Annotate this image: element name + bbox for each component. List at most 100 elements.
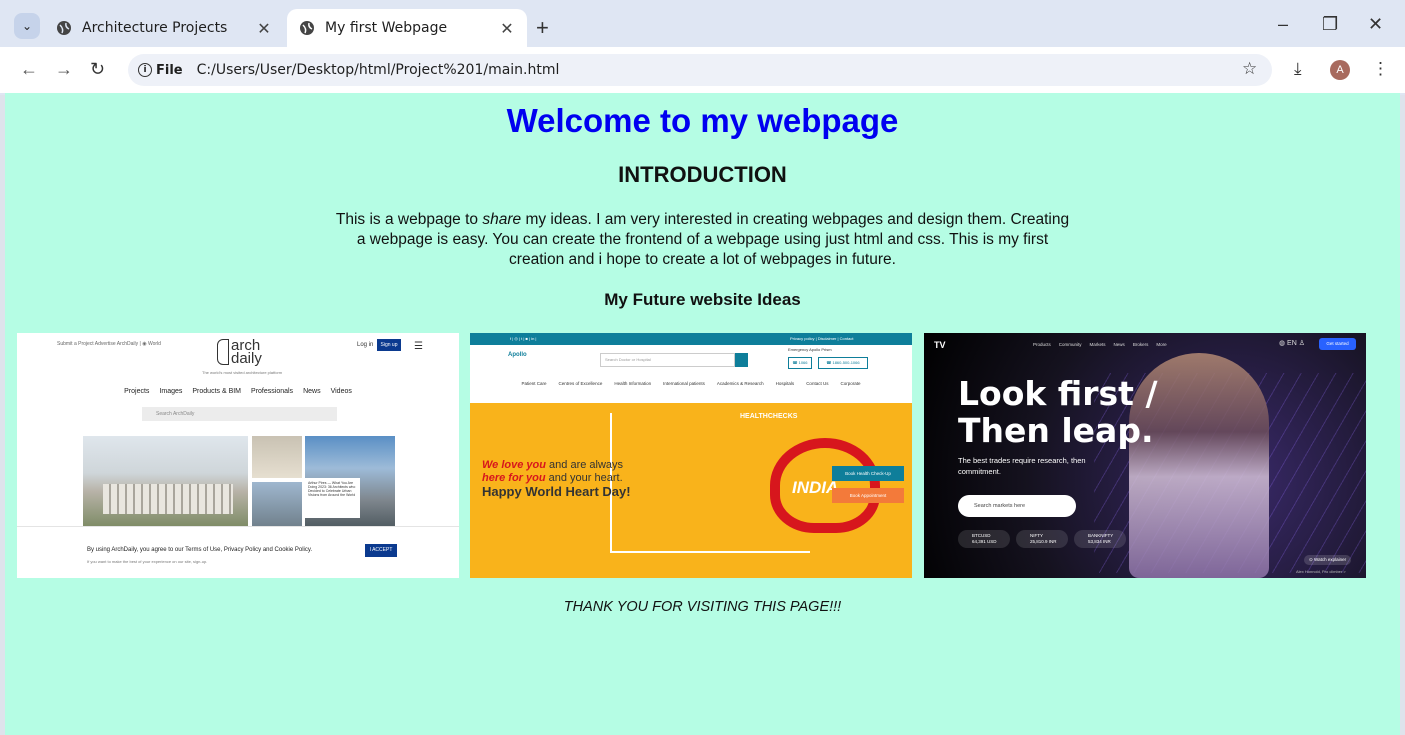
thank-you-text: THANK YOU FOR VISITING THIS PAGE!!! xyxy=(563,599,842,615)
search-icon xyxy=(735,353,748,367)
appointment-button: Book Appointment xyxy=(832,488,904,503)
cookie-text: By using ArchDaily, you agree to our Ter… xyxy=(87,547,313,553)
archdaily-screenshot: Submit a Project Advertise ArchDaily | ◉… xyxy=(17,333,459,578)
new-tab-button[interactable]: + xyxy=(536,15,549,41)
tab-architecture-projects[interactable]: Architecture Projects ✕ xyxy=(44,9,284,47)
archdaily-nav-item: News xyxy=(303,388,321,395)
toolbar: ← → ↻ i File C:/Users/User/Desktop/html/P… xyxy=(0,47,1405,93)
archdaily-login: Log in xyxy=(357,342,374,348)
apollo-menu-item: Hospitals xyxy=(775,381,795,386)
ticker-chip: BTCUSD 64,391 USD xyxy=(958,530,1010,548)
photo-credit: Alex Honnold, Pro climber > xyxy=(1296,569,1346,574)
reload-icon[interactable]: ↻ xyxy=(90,59,105,80)
tab-title: Architecture Projects xyxy=(82,20,228,36)
policy-links: Privacy policy | Disclaimer | Contact xyxy=(790,336,854,341)
site-info-chip[interactable]: i File xyxy=(138,63,183,78)
archdaily-signup: Sign up xyxy=(377,339,401,351)
tv-nav-item: Products xyxy=(1033,342,1051,347)
archdaily-nav-item: Projects xyxy=(124,388,150,395)
address-bar[interactable]: i File C:/Users/User/Desktop/html/Project… xyxy=(128,54,1272,86)
download-icon[interactable]: ⤓ xyxy=(1294,59,1302,79)
apollo-menu-item: Centres of Excellence xyxy=(558,381,603,386)
close-window-button[interactable]: ✕ xyxy=(1368,14,1383,35)
banner-message: We love you and are always here for you … xyxy=(482,459,631,500)
profile-avatar[interactable]: A xyxy=(1330,60,1350,80)
ticker-chip: NIFTY 25,810.9 INR xyxy=(1016,530,1068,548)
globe-icon xyxy=(57,21,71,35)
ticker-name: NIFTY xyxy=(1030,533,1043,538)
browser-chrome: ⌄ Architecture Projects ✕ My first Webpa… xyxy=(0,0,1405,95)
more-menu-icon[interactable]: ⋮ xyxy=(1372,59,1389,79)
forward-icon[interactable]: → xyxy=(55,59,73,80)
tradingview-logo: TV xyxy=(934,340,946,350)
ticker-chip: BANKNIFTY 53,834 INR xyxy=(1074,530,1126,548)
logo-text-bottom: daily xyxy=(231,350,262,367)
hamburger-icon: ☰ xyxy=(414,341,423,352)
tab-bar: ⌄ Architecture Projects ✕ My first Webpa… xyxy=(0,5,1405,47)
bookmark-star-icon[interactable]: ☆ xyxy=(1242,59,1257,79)
archdaily-nav-item: Images xyxy=(159,388,183,395)
tab-search-button[interactable]: ⌄ xyxy=(14,13,40,39)
apollo-screenshot: f | ◎ | t | ■ | in | Privacy policy | Di… xyxy=(470,333,912,578)
ticker-value: 53,834 INR xyxy=(1088,539,1111,544)
globe-user-icons: ◍ EN ♙ xyxy=(1279,340,1305,347)
archdaily-top-links: Submit a Project Advertise ArchDaily | ◉… xyxy=(57,341,161,347)
archdaily-nav: Projects Images Products & BIM Professional… xyxy=(17,388,459,395)
url-text[interactable]: C:/Users/User/Desktop/html/Project%201/m… xyxy=(197,62,560,78)
banner-text: and are always xyxy=(545,459,624,471)
health-checkup-button: Book Health Check-Up xyxy=(832,466,904,481)
archdaily-nav-item: Products & BIM xyxy=(192,388,242,395)
apollo-search: Search Doctor or Hospital xyxy=(600,353,735,367)
archdaily-tagline: The world's most visited architecture pl… xyxy=(202,370,283,375)
banner-heart-day: Happy World Heart Day! xyxy=(482,484,631,499)
banner-we-love: We love you xyxy=(482,459,546,471)
tv-headline-line2: Then leap. xyxy=(958,411,1154,450)
close-tab-icon[interactable]: ✕ xyxy=(256,19,272,38)
cookie-accept: I ACCEPT xyxy=(365,544,397,557)
back-icon[interactable]: ← xyxy=(20,59,38,80)
tv-search: Search markets here xyxy=(958,495,1076,517)
globe-icon xyxy=(300,21,314,35)
get-started-button: Get started xyxy=(1319,338,1356,350)
page-body: Welcome to my webpage INTRODUCTION This … xyxy=(5,93,1400,735)
tab-my-first-webpage[interactable]: My first Webpage ✕ xyxy=(287,9,527,47)
tab-title: My first Webpage xyxy=(325,20,448,36)
apollo-emergency-label: Emergency Apollo Prism xyxy=(788,347,832,352)
apollo-menu-item: Patient Care xyxy=(521,381,547,386)
tv-nav-item: Community xyxy=(1058,342,1082,347)
tradingview-nav: Products Community Markets News Brokers More xyxy=(1029,342,1171,347)
building-photo xyxy=(252,436,302,478)
intro-text-start: This is a webpage to xyxy=(335,211,483,228)
info-icon: i xyxy=(138,63,152,77)
apollo-menu-item: Health Information xyxy=(614,381,652,386)
site-info-label: File xyxy=(156,62,183,78)
apollo-logo: Apollo xyxy=(508,352,527,358)
archdaily-logo: arch daily xyxy=(217,338,262,367)
banner-text: and your heart. xyxy=(545,472,623,484)
introduction-heading: INTRODUCTION xyxy=(618,162,787,187)
ticker-name: BTCUSD xyxy=(972,533,991,538)
archdaily-article-card: Arthur Pires — What You Are Doing 2023: … xyxy=(305,478,360,518)
apollo-phone: ☎ 1066 xyxy=(788,357,812,369)
apollo-menu-item: Contact Us xyxy=(806,381,829,386)
watch-explainer: ⊙ Watch explainer xyxy=(1304,555,1352,565)
tv-nav-item: News xyxy=(1113,342,1125,347)
intro-emphasis: share xyxy=(482,211,522,228)
restore-button[interactable]: ❐ xyxy=(1322,14,1338,35)
tv-headline: Look first / Then leap. xyxy=(958,375,1158,449)
ideas-heading: My Future website Ideas xyxy=(604,290,801,309)
building-photo xyxy=(252,482,302,528)
banner-here-for: here for you xyxy=(482,472,546,484)
tv-nav-item: More xyxy=(1156,342,1167,347)
page-heading: Welcome to my webpage xyxy=(506,102,899,139)
tv-nav-item: Brokers xyxy=(1132,342,1149,347)
close-tab-icon[interactable]: ✕ xyxy=(499,19,515,38)
chevron-down-icon: ⌄ xyxy=(21,19,33,33)
tv-subtitle: The best trades require research, then c… xyxy=(958,456,1086,476)
building-photo xyxy=(83,436,248,528)
minimize-button[interactable]: – xyxy=(1278,14,1288,35)
apollo-menu-item: International patients xyxy=(663,381,705,386)
ticker-value: 64,391 USD xyxy=(972,539,997,544)
social-links: f | ◎ | t | ■ | in | xyxy=(510,336,537,341)
archdaily-nav-item: Professionals xyxy=(251,388,294,395)
